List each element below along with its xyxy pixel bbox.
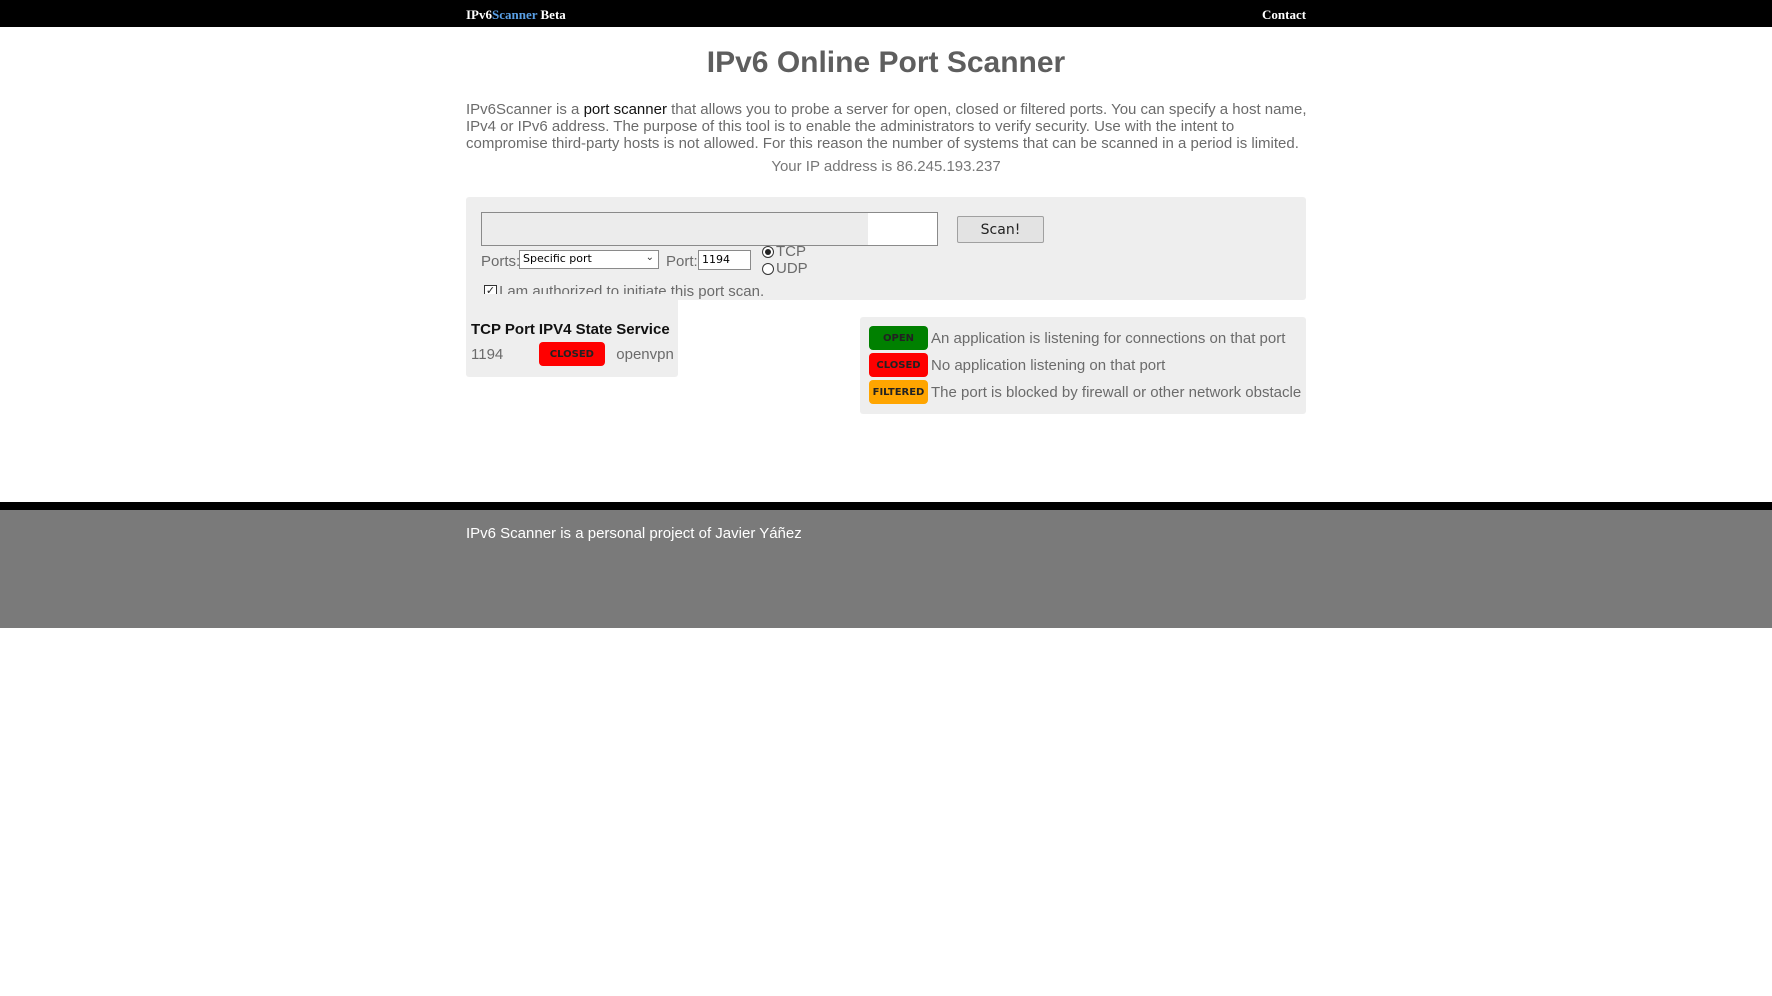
filtered-status-badge: FILTERED: [869, 380, 928, 404]
tcp-radio[interactable]: [762, 245, 774, 258]
partially-hidden-text: [466, 294, 678, 306]
brand-logo-link[interactable]: IPv6Scanner Beta: [466, 7, 566, 23]
tcp-radio-option[interactable]: TCP: [762, 243, 806, 260]
brand-accent: Scanner: [492, 7, 538, 22]
results-table: TCP Port IPV4 State Service 1194 CLOSED …: [469, 318, 676, 368]
host-input[interactable]: [481, 212, 938, 246]
tcp-radio-label: TCP: [776, 243, 806, 260]
ports-select[interactable]: Specific port ⌄: [519, 250, 659, 269]
top-navbar: IPv6Scanner Beta Contact: [0, 0, 1772, 27]
legend-item-open: OPEN An application is listening for con…: [869, 326, 1285, 350]
legend-item-filtered: FILTERED The port is blocked by firewall…: [869, 380, 1301, 404]
your-ip-text: Your IP address is 86.245.193.237: [771, 158, 1001, 175]
results-panel: TCP Port IPV4 State Service 1194 CLOSED …: [466, 294, 678, 377]
footer-text: IPv6 Scanner is a personal project of Ja…: [466, 525, 802, 542]
state-cell: CLOSED: [537, 340, 614, 368]
brand-prefix: IPv6: [466, 7, 492, 22]
page-title: IPv6 Online Port Scanner: [706, 46, 1066, 79]
intro-paragraph: IPv6Scanner is a port scanner that allow…: [466, 101, 1308, 152]
chevron-down-icon: ⌄: [645, 252, 654, 263]
ports-select-value: Specific port: [523, 252, 592, 265]
udp-radio-label: UDP: [776, 260, 808, 277]
port-label: Port:: [666, 253, 698, 270]
service-cell: openvpn: [616, 345, 674, 363]
ports-label: Ports:: [481, 253, 521, 270]
column-header: Service: [616, 320, 670, 338]
results-header-row: TCP Port IPV4 State Service: [469, 318, 676, 340]
legend-description: No application listening on that port: [931, 356, 1166, 374]
closed-status-badge: CLOSED: [538, 342, 605, 366]
legend-item-closed: CLOSED No application listening on that …: [869, 353, 1165, 377]
port-scanner-highlight: port scanner: [583, 101, 667, 118]
closed-status-badge: CLOSED: [869, 353, 928, 377]
port-input[interactable]: 1194: [698, 250, 751, 270]
scan-form: Scan! Ports: Specific port ⌄ Port: 1194 …: [466, 197, 1306, 300]
column-header: TCP Port: [471, 320, 535, 338]
open-status-badge: OPEN: [869, 326, 928, 350]
legend-description: An application is listening for connecti…: [931, 329, 1286, 347]
contact-link[interactable]: Contact: [1262, 7, 1306, 23]
state-legend: OPEN An application is listening for con…: [860, 317, 1306, 414]
table-row: 1194 CLOSED openvpn: [469, 340, 676, 368]
udp-radio-option[interactable]: UDP: [762, 260, 808, 277]
intro-text-start: IPv6Scanner is a: [466, 101, 584, 118]
column-header: IPV4 State: [538, 320, 613, 338]
udp-radio[interactable]: [762, 262, 774, 275]
brand-suffix: Beta: [537, 7, 566, 22]
footer: IPv6 Scanner is a personal project of Ja…: [0, 502, 1772, 628]
scan-button[interactable]: Scan!: [957, 216, 1044, 243]
port-cell: 1194: [471, 345, 504, 363]
legend-description: The port is blocked by firewall or other…: [931, 383, 1302, 401]
